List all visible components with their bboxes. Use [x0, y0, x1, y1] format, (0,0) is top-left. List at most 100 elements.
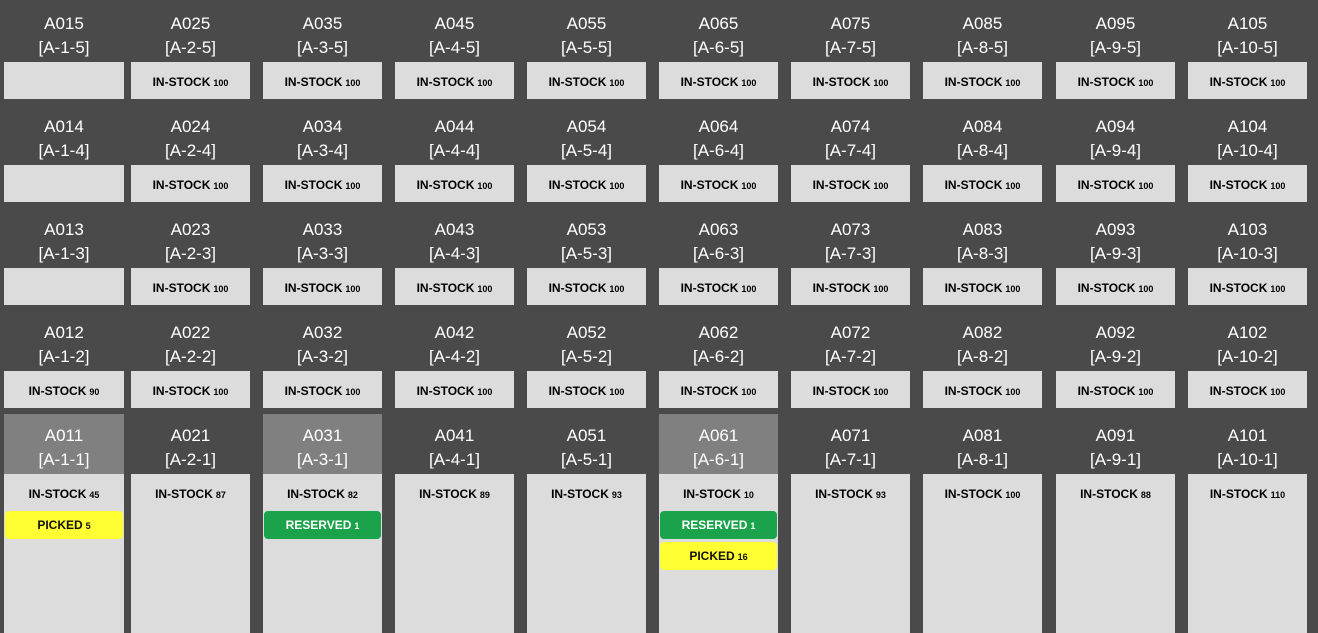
bin-cell[interactable]: A092 [A-9-2] IN-STOCK 100: [1056, 311, 1175, 408]
bin-cell[interactable]: A031 [A-3-1] IN-STOCK 82 RESERVED 1: [263, 414, 382, 633]
bin-cell[interactable]: A062 [A-6-2] IN-STOCK 100: [659, 311, 778, 408]
in-stock-badge[interactable]: IN-STOCK 87: [132, 480, 249, 508]
bin-cell[interactable]: A035 [A-3-5] IN-STOCK 100: [263, 2, 382, 99]
bin-cell[interactable]: A082 [A-8-2] IN-STOCK 100: [923, 311, 1042, 408]
in-stock-badge[interactable]: IN-STOCK 45: [5, 480, 123, 508]
in-stock-badge[interactable]: IN-STOCK 82: [264, 480, 381, 508]
bin-cell[interactable]: A061 [A-6-1] IN-STOCK 10 RESERVED 1 PICKED 16: [659, 414, 778, 633]
bin-cell[interactable]: A015 [A-1-5]: [4, 2, 124, 99]
in-stock-badge[interactable]: IN-STOCK 100: [1057, 377, 1174, 405]
in-stock-badge[interactable]: IN-STOCK 100: [132, 68, 249, 96]
in-stock-badge[interactable]: IN-STOCK 110: [1189, 480, 1306, 508]
bin-cell[interactable]: A085 [A-8-5] IN-STOCK 100: [923, 2, 1042, 99]
bin-cell[interactable]: A075 [A-7-5] IN-STOCK 100: [791, 2, 910, 99]
bin-cell[interactable]: A055 [A-5-5] IN-STOCK 100: [527, 2, 646, 99]
in-stock-badge[interactable]: IN-STOCK 100: [1189, 274, 1306, 302]
picked-badge[interactable]: PICKED 16: [660, 542, 777, 570]
in-stock-badge[interactable]: IN-STOCK 100: [264, 274, 381, 302]
reserved-badge[interactable]: RESERVED 1: [660, 511, 777, 539]
bin-cell[interactable]: A033 [A-3-3] IN-STOCK 100: [263, 208, 382, 305]
bin-cell[interactable]: A103 [A-10-3] IN-STOCK 100: [1188, 208, 1307, 305]
in-stock-badge[interactable]: IN-STOCK 100: [660, 274, 777, 302]
in-stock-badge[interactable]: IN-STOCK 100: [1057, 68, 1174, 96]
bin-cell[interactable]: A104 [A-10-4] IN-STOCK 100: [1188, 105, 1307, 202]
bin-cell[interactable]: A045 [A-4-5] IN-STOCK 100: [395, 2, 514, 99]
picked-badge[interactable]: PICKED 5: [5, 511, 123, 539]
bin-cell[interactable]: A065 [A-6-5] IN-STOCK 100: [659, 2, 778, 99]
bin-cell[interactable]: A024 [A-2-4] IN-STOCK 100: [131, 105, 250, 202]
in-stock-badge[interactable]: IN-STOCK 100: [264, 171, 381, 199]
in-stock-badge[interactable]: IN-STOCK 100: [396, 171, 513, 199]
in-stock-badge[interactable]: IN-STOCK 100: [792, 274, 909, 302]
in-stock-badge[interactable]: IN-STOCK 100: [528, 68, 645, 96]
bin-cell[interactable]: A105 [A-10-5] IN-STOCK 100: [1188, 2, 1307, 99]
bin-cell[interactable]: A054 [A-5-4] IN-STOCK 100: [527, 105, 646, 202]
bin-cell[interactable]: A072 [A-7-2] IN-STOCK 100: [791, 311, 910, 408]
bin-cell[interactable]: A022 [A-2-2] IN-STOCK 100: [131, 311, 250, 408]
in-stock-badge[interactable]: IN-STOCK 93: [528, 480, 645, 508]
reserved-badge[interactable]: RESERVED 1: [264, 511, 381, 539]
in-stock-badge[interactable]: IN-STOCK 100: [660, 68, 777, 96]
bin-cell[interactable]: A084 [A-8-4] IN-STOCK 100: [923, 105, 1042, 202]
in-stock-badge[interactable]: IN-STOCK 100: [660, 171, 777, 199]
in-stock-badge[interactable]: IN-STOCK 100: [924, 377, 1041, 405]
in-stock-badge[interactable]: IN-STOCK 100: [792, 68, 909, 96]
bin-cell[interactable]: A071 [A-7-1] IN-STOCK 93: [791, 414, 910, 633]
bin-cell[interactable]: A091 [A-9-1] IN-STOCK 88: [1056, 414, 1175, 633]
in-stock-badge[interactable]: IN-STOCK 100: [924, 68, 1041, 96]
in-stock-badge[interactable]: IN-STOCK 89: [396, 480, 513, 508]
in-stock-badge[interactable]: IN-STOCK 100: [264, 68, 381, 96]
bin-cell[interactable]: A052 [A-5-2] IN-STOCK 100: [527, 311, 646, 408]
in-stock-badge[interactable]: IN-STOCK 100: [1189, 171, 1306, 199]
in-stock-badge[interactable]: IN-STOCK 100: [924, 171, 1041, 199]
bin-cell[interactable]: A102 [A-10-2] IN-STOCK 100: [1188, 311, 1307, 408]
bin-cell[interactable]: A043 [A-4-3] IN-STOCK 100: [395, 208, 514, 305]
in-stock-badge[interactable]: IN-STOCK 100: [132, 377, 249, 405]
bin-cell[interactable]: A014 [A-1-4]: [4, 105, 124, 202]
in-stock-badge[interactable]: IN-STOCK 100: [1189, 68, 1306, 96]
in-stock-badge[interactable]: IN-STOCK 100: [396, 274, 513, 302]
bin-cell[interactable]: A034 [A-3-4] IN-STOCK 100: [263, 105, 382, 202]
bin-cell[interactable]: A013 [A-1-3]: [4, 208, 124, 305]
in-stock-badge[interactable]: IN-STOCK 100: [132, 171, 249, 199]
bin-cell[interactable]: A011 [A-1-1] IN-STOCK 45 PICKED 5: [4, 414, 124, 633]
in-stock-badge[interactable]: IN-STOCK 100: [396, 68, 513, 96]
in-stock-badge[interactable]: IN-STOCK 100: [396, 377, 513, 405]
in-stock-badge[interactable]: IN-STOCK 100: [1057, 274, 1174, 302]
in-stock-badge[interactable]: IN-STOCK 100: [924, 274, 1041, 302]
in-stock-badge[interactable]: IN-STOCK 100: [792, 171, 909, 199]
in-stock-badge[interactable]: IN-STOCK 10: [660, 480, 777, 508]
in-stock-badge[interactable]: IN-STOCK 100: [264, 377, 381, 405]
in-stock-badge[interactable]: IN-STOCK 100: [660, 377, 777, 405]
bin-cell[interactable]: A032 [A-3-2] IN-STOCK 100: [263, 311, 382, 408]
in-stock-badge[interactable]: IN-STOCK 90: [5, 377, 123, 405]
in-stock-badge[interactable]: IN-STOCK 100: [528, 377, 645, 405]
bin-cell[interactable]: A063 [A-6-3] IN-STOCK 100: [659, 208, 778, 305]
bin-cell[interactable]: A023 [A-2-3] IN-STOCK 100: [131, 208, 250, 305]
bin-cell[interactable]: A093 [A-9-3] IN-STOCK 100: [1056, 208, 1175, 305]
bin-cell[interactable]: A042 [A-4-2] IN-STOCK 100: [395, 311, 514, 408]
bin-cell[interactable]: A081 [A-8-1] IN-STOCK 100: [923, 414, 1042, 633]
in-stock-badge[interactable]: IN-STOCK 100: [528, 171, 645, 199]
bin-cell[interactable]: A094 [A-9-4] IN-STOCK 100: [1056, 105, 1175, 202]
bin-cell[interactable]: A101 [A-10-1] IN-STOCK 110: [1188, 414, 1307, 633]
in-stock-badge[interactable]: IN-STOCK 100: [792, 377, 909, 405]
bin-cell[interactable]: A095 [A-9-5] IN-STOCK 100: [1056, 2, 1175, 99]
in-stock-badge[interactable]: IN-STOCK 100: [1057, 171, 1174, 199]
bin-cell[interactable]: A021 [A-2-1] IN-STOCK 87: [131, 414, 250, 633]
in-stock-badge[interactable]: IN-STOCK 100: [1189, 377, 1306, 405]
bin-cell[interactable]: A073 [A-7-3] IN-STOCK 100: [791, 208, 910, 305]
bin-cell[interactable]: A064 [A-6-4] IN-STOCK 100: [659, 105, 778, 202]
bin-cell[interactable]: A083 [A-8-3] IN-STOCK 100: [923, 208, 1042, 305]
bin-cell[interactable]: A074 [A-7-4] IN-STOCK 100: [791, 105, 910, 202]
bin-cell[interactable]: A044 [A-4-4] IN-STOCK 100: [395, 105, 514, 202]
in-stock-badge[interactable]: IN-STOCK 93: [792, 480, 909, 508]
bin-cell[interactable]: A025 [A-2-5] IN-STOCK 100: [131, 2, 250, 99]
in-stock-badge[interactable]: IN-STOCK 100: [924, 480, 1041, 508]
in-stock-badge[interactable]: IN-STOCK 88: [1057, 480, 1174, 508]
bin-cell[interactable]: A041 [A-4-1] IN-STOCK 89: [395, 414, 514, 633]
bin-cell[interactable]: A053 [A-5-3] IN-STOCK 100: [527, 208, 646, 305]
bin-cell[interactable]: A012 [A-1-2] IN-STOCK 90: [4, 311, 124, 408]
bin-cell[interactable]: A051 [A-5-1] IN-STOCK 93: [527, 414, 646, 633]
in-stock-badge[interactable]: IN-STOCK 100: [132, 274, 249, 302]
